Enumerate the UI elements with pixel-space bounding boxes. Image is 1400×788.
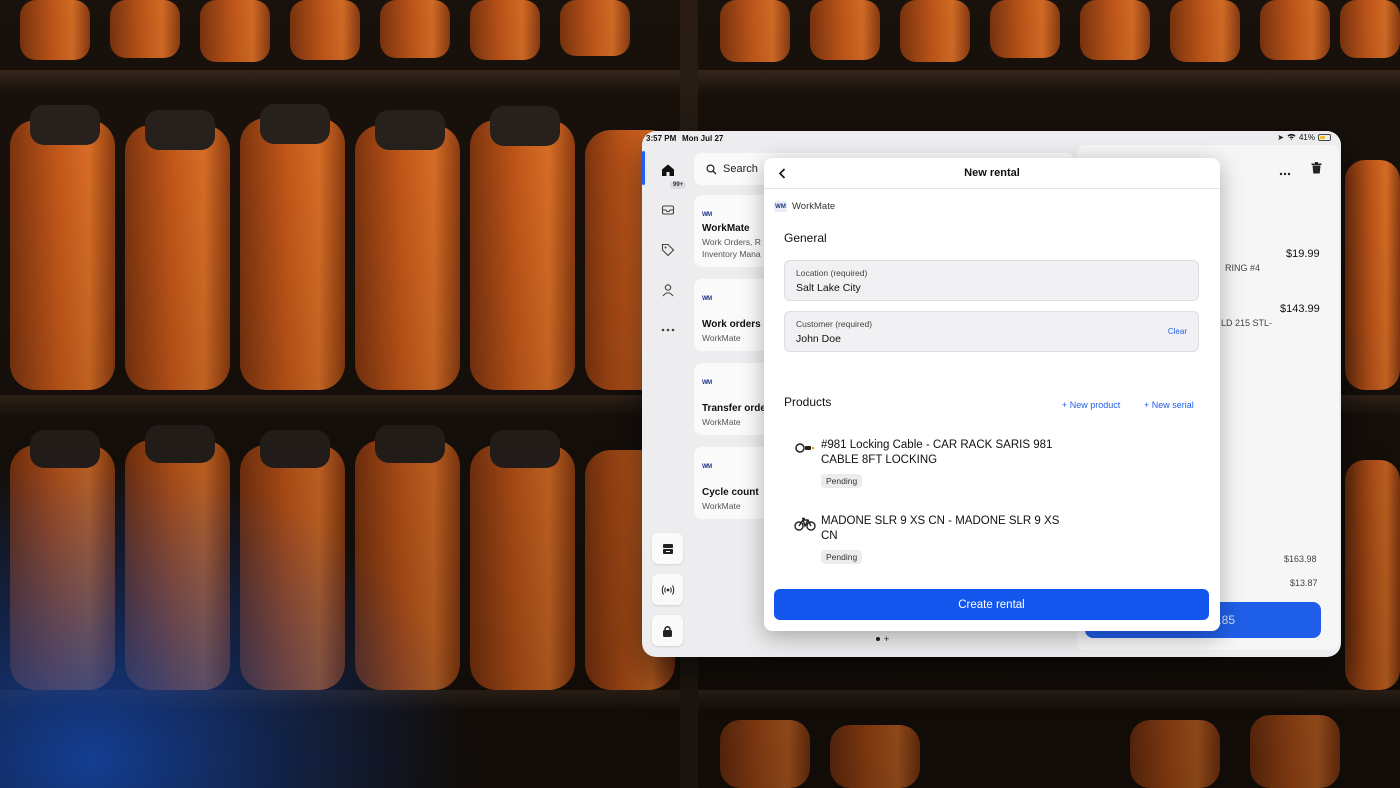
wifi-icon [1287,133,1296,142]
product-name[interactable]: #981 Locking Cable - CAR RACK SARIS 981 … [821,438,1061,468]
page-indicator[interactable]: + [876,634,889,644]
bicycle-icon [794,516,816,532]
products-section-title: Products [784,395,832,409]
search-label: Search [723,163,758,175]
app-card-work-orders[interactable]: WM Work orders WorkMate [694,279,774,351]
cable-lock-icon [794,440,816,456]
status-bar: 3:57 PM Mon Jul 27 ➤ 41% [642,131,1341,145]
app-subtitle: WorkMate [702,501,741,511]
cash-drawer-button[interactable] [652,533,683,564]
app-title: Cycle count [702,487,759,498]
modal-title: New rental [964,167,1020,179]
cash-drawer-icon [662,543,673,554]
product-name[interactable]: MADONE SLR 9 XS CN - MADONE SLR 9 XS CN [821,514,1061,544]
app-subtitle: Work Orders, R [702,237,761,247]
workmate-logo: WM [702,380,712,386]
status-badge: Pending [821,474,863,488]
location-field[interactable]: Location (required) Salt Lake City [784,260,1199,301]
app-subtitle: WorkMate [702,333,741,343]
app-card-transfer-orders[interactable]: WM Transfer orde WorkMate [694,363,774,435]
cart-item-price: $143.99 [1280,303,1320,315]
trash-icon[interactable] [1311,161,1322,179]
new-product-button[interactable]: + New product [1062,400,1120,410]
battery-icon [1318,134,1331,141]
modal-app-name: WorkMate [792,201,836,212]
search-icon [706,163,717,174]
app-title: Work orders [702,319,761,330]
location-label: Location (required) [796,268,868,278]
workmate-logo: WM [702,296,712,302]
customer-field[interactable]: Customer (required) John Doe Clear [784,311,1199,352]
status-badge: Pending [821,550,863,564]
tag-icon[interactable] [659,241,677,259]
customer-value: John Doe [796,333,841,345]
lock-button[interactable] [652,615,683,646]
location-value: Salt Lake City [796,282,861,294]
workmate-logo-icon: WM [774,201,787,212]
cart-item-price: $19.99 [1286,248,1320,260]
modal-app-source: WM WorkMate [774,201,835,212]
broadcast-button[interactable] [652,574,683,605]
new-serial-button[interactable]: + New serial [1144,400,1194,410]
status-indicators: ➤ 41% [1277,133,1331,142]
more-icon[interactable] [659,321,677,339]
cart-tax: $13.87 [1290,578,1318,588]
add-page-icon: + [884,634,890,644]
clear-customer-button[interactable]: Clear [1168,327,1187,336]
location-icon: ➤ [1277,133,1284,142]
rail-active-indicator [642,151,645,185]
app-card-cycle-count[interactable]: WM Cycle count WorkMate [694,447,774,519]
app-title: WorkMate [702,223,750,234]
status-date: Mon Jul 27 [682,134,724,143]
workmate-logo: WM [702,212,712,218]
cart-item-name-fragment: LD 215 STL- [1221,318,1273,328]
new-rental-modal: New rental WM WorkMate General Location … [764,158,1220,631]
inbox-badge: 99+ [670,181,687,189]
app-card-workmate[interactable]: WM WorkMate Work Orders, R Inventory Man… [694,195,774,267]
app-title: Transfer orde [702,403,766,414]
page-dot-icon [876,637,880,641]
cart-item-name-fragment: RING #4 [1225,263,1261,273]
lock-icon [663,625,672,637]
general-section-title: General [784,231,827,245]
home-icon[interactable] [659,161,677,179]
battery-percent: 41% [1298,133,1315,142]
workmate-logo: WM [702,464,712,470]
broadcast-icon [661,584,674,595]
create-rental-button[interactable]: Create rental [774,589,1209,620]
app-subtitle: Inventory Mana [702,249,761,259]
person-icon[interactable] [659,281,677,299]
app-subtitle: WorkMate [702,417,741,427]
customer-label: Customer (required) [796,319,873,329]
cart-more-icon[interactable] [1279,163,1291,181]
inbox-icon[interactable] [659,201,677,219]
cart-subtotal: $163.98 [1284,554,1317,564]
status-time: 3:57 PM [646,134,677,143]
modal-header: New rental [764,158,1220,189]
